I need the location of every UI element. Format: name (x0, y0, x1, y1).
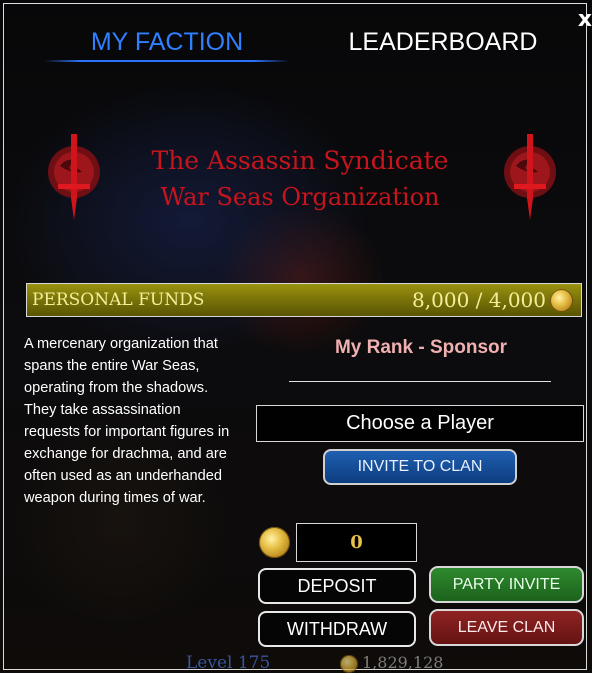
choose-player-input[interactable]: Choose a Player (256, 405, 584, 442)
personal-funds-value: 8,000 / 4,000 (412, 288, 546, 312)
faction-description: A mercenary organization that spans the … (24, 336, 230, 506)
sword-emblem-icon (498, 130, 562, 226)
coin-icon (550, 289, 573, 312)
amount-input[interactable]: 0 (296, 523, 417, 562)
rank-divider (289, 381, 551, 382)
personal-funds-label: PERSONAL FUNDS (32, 290, 205, 310)
withdraw-button[interactable]: WITHDRAW (258, 611, 416, 647)
tab-leaderboard[interactable]: LEADERBOARD (318, 25, 568, 59)
faction-name: The Assassin Syndicate (151, 146, 449, 175)
leave-clan-button[interactable]: LEAVE CLAN (429, 609, 584, 646)
hud-gold: 1,829,128 (362, 653, 444, 672)
coin-icon (340, 655, 358, 673)
coin-icon (259, 527, 290, 558)
close-button[interactable]: x (576, 8, 592, 32)
active-tab-underline (44, 60, 290, 62)
party-invite-button[interactable]: PARTY INVITE (429, 566, 584, 603)
my-rank: My Rank - Sponsor (334, 337, 508, 358)
invite-to-clan-button[interactable]: INVITE TO CLAN (323, 449, 517, 485)
faction-panel: x MY FACTION LEADERBOARD The Assassin Sy… (0, 0, 592, 673)
tab-my-faction[interactable]: MY FACTION (44, 25, 290, 59)
hud-level: Level 175 (186, 653, 271, 673)
deposit-button[interactable]: DEPOSIT (258, 568, 416, 604)
sword-emblem-icon (42, 130, 106, 226)
faction-subtitle: War Seas Organization (160, 183, 440, 211)
